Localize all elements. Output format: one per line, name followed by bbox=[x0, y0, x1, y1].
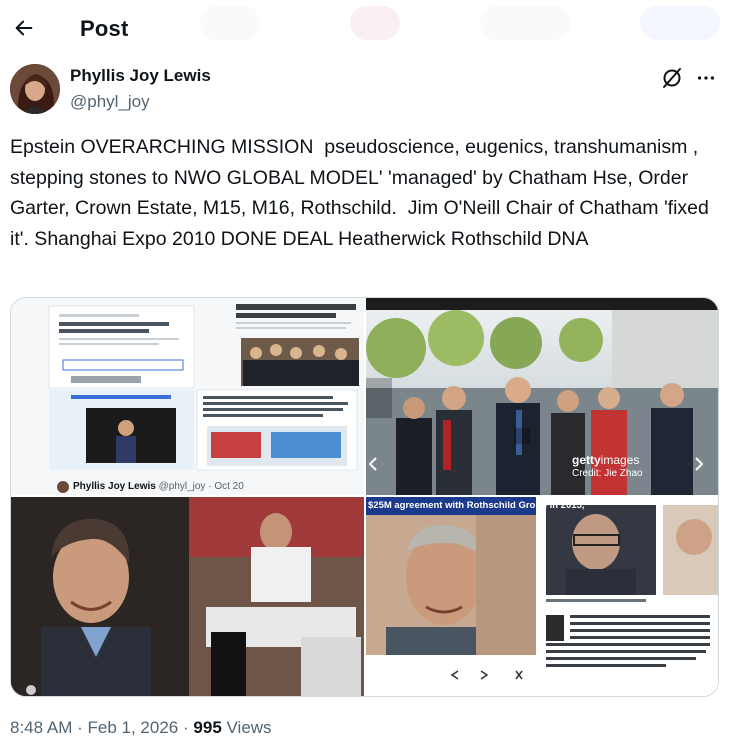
screenshot-collage-image bbox=[11, 298, 364, 495]
blurred-background-shape bbox=[480, 6, 570, 40]
quoted-date: Oct 20 bbox=[214, 481, 244, 492]
media-grid: Phyllis Joy Lewis @phyl_joy · Oct 20 get… bbox=[10, 297, 719, 697]
more-icon bbox=[697, 76, 715, 80]
avatar[interactable] bbox=[10, 64, 60, 114]
page-title: Post bbox=[80, 16, 129, 41]
getty-logo: getty bbox=[572, 453, 601, 467]
avatar-image bbox=[10, 64, 60, 114]
quoted-author-name: Phyllis Joy Lewis bbox=[73, 481, 156, 492]
media-image-1[interactable]: Phyllis Joy Lewis @phyl_joy · Oct 20 bbox=[11, 298, 364, 495]
views-count: 995 bbox=[193, 718, 222, 737]
portrait-photos-image bbox=[11, 497, 364, 696]
meta-separator: · bbox=[183, 718, 189, 737]
photo-credit: Credit: Jie Zhao bbox=[572, 468, 643, 479]
blurred-background-shape bbox=[640, 6, 720, 40]
blurred-background-shape bbox=[200, 6, 260, 40]
author-handle[interactable]: @phyl_joy bbox=[70, 92, 150, 112]
post-meta: 8:48 AM · Feb 1, 2026 · 995 Views bbox=[10, 718, 272, 738]
newspaper-headline: $25M agreement with Rothschild Group in … bbox=[368, 500, 585, 511]
quoted-author-handle: @phyl_joy bbox=[158, 481, 206, 492]
back-button[interactable] bbox=[10, 14, 38, 42]
tweet-text: Epstein OVERARCHING MISSION pseudoscienc… bbox=[10, 136, 715, 250]
meta-separator: · bbox=[77, 718, 83, 737]
arrow-left-icon bbox=[15, 20, 33, 36]
group-photo-image bbox=[366, 298, 718, 495]
more-button[interactable] bbox=[694, 66, 718, 90]
views-label: Views bbox=[226, 718, 272, 737]
grok-icon bbox=[663, 68, 681, 88]
getty-logo-suffix: images bbox=[600, 453, 640, 467]
media-image-3[interactable] bbox=[11, 497, 364, 696]
media-image-4[interactable]: $25M agreement with Rothschild Group in … bbox=[366, 497, 718, 696]
author-name[interactable]: Phyllis Joy Lewis bbox=[70, 66, 211, 86]
post-date[interactable]: Feb 1, 2026 bbox=[88, 718, 179, 737]
blurred-background-shape bbox=[350, 6, 400, 40]
newspaper-collage-image bbox=[366, 497, 718, 696]
post-time[interactable]: 8:48 AM bbox=[10, 718, 72, 737]
quoted-separator: · bbox=[208, 481, 212, 492]
media-image-2[interactable]: gettyimages Credit: Jie Zhao bbox=[366, 298, 718, 495]
grok-button[interactable] bbox=[660, 66, 684, 90]
